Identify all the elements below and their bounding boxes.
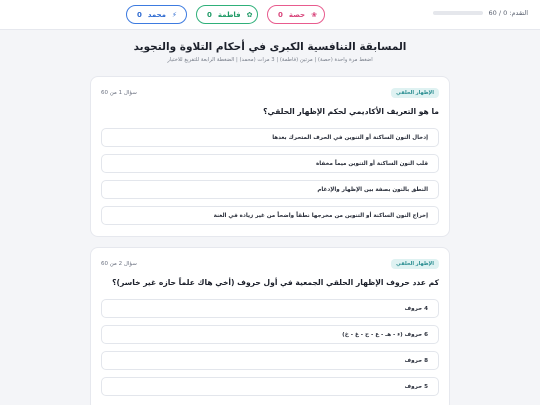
answer-option[interactable]: 8 حروف — [101, 351, 439, 370]
player-name: فاطمة — [217, 10, 241, 19]
progress-bar — [432, 11, 483, 15]
page-subtitle: اضغط مرة واحدة (حصة) | مرتين (فاطمة) | 3… — [167, 57, 373, 63]
player-name: حصة — [288, 10, 306, 19]
player-name: محمد — [147, 10, 166, 19]
progress-indicator: التقدم: 0 / 60 — [432, 9, 528, 17]
category-badge: الإظهار الحلقي — [391, 259, 439, 269]
answer-option[interactable]: النطق بالنون بصفة بين الإظهار والإدغام — [101, 180, 439, 199]
progress-label: التقدم: 0 / 60 — [488, 9, 528, 17]
answer-option[interactable]: 4 حروف — [101, 299, 439, 318]
player-hessa[interactable]: 0 حصة ❀ — [267, 5, 325, 24]
answer-option[interactable]: إخراج النون الساكنة أو التنوين من مخرجها… — [101, 206, 439, 225]
answer-option[interactable]: 5 حروف — [101, 377, 439, 396]
question-counter: سؤال 2 من 60 — [101, 261, 137, 267]
hibiscus-icon: ✿ — [246, 10, 253, 19]
question-card: الإظهار الحلقي سؤال 1 من 60 ما هو التعري… — [90, 76, 450, 237]
answer-option[interactable]: قلب النون الساكنة أو التنوين ميماً مخفاة — [101, 154, 439, 173]
question-counter: سؤال 1 من 60 — [101, 90, 137, 96]
players-scoreboard: 0 محمد ⚡ 0 فاطمة ✿ 0 حصة ❀ — [126, 5, 325, 24]
options-list: 4 حروف 6 حروف (ء - هـ - ع - ح - غ - خ) 8… — [101, 299, 439, 403]
flower-icon: ❀ — [311, 10, 317, 19]
page-title: المسابقة التنافسية الكبرى في أحكام التلا… — [133, 41, 407, 53]
top-bar: التقدم: 0 / 60 0 محمد ⚡ 0 فاطمة ✿ 0 حصة … — [0, 0, 540, 30]
answer-option[interactable]: 6 حروف (ء - هـ - ع - ح - غ - خ) — [101, 325, 439, 344]
question-text: ما هو التعريف الأكاديمي لحكم الإظهار الح… — [263, 107, 439, 116]
player-score: 0 — [278, 10, 283, 19]
question-header: الإظهار الحلقي سؤال 1 من 60 — [101, 87, 439, 99]
answer-option[interactable]: إدخال النون الساكنة أو التنوين في الحرف … — [101, 128, 439, 147]
lightning-icon: ⚡ — [172, 10, 177, 19]
player-fatima[interactable]: 0 فاطمة ✿ — [196, 5, 258, 24]
question-header: الإظهار الحلقي سؤال 2 من 60 — [101, 258, 439, 270]
player-mohamed[interactable]: 0 محمد ⚡ — [126, 5, 187, 24]
question-text: كم عدد حروف الإظهار الحلقي الجمعية في أو… — [112, 278, 439, 287]
player-score: 0 — [207, 10, 212, 19]
options-list: إدخال النون الساكنة أو التنوين في الحرف … — [101, 128, 439, 232]
question-card: الإظهار الحلقي سؤال 2 من 60 كم عدد حروف … — [90, 247, 450, 405]
category-badge: الإظهار الحلقي — [391, 88, 439, 98]
player-score: 0 — [137, 10, 142, 19]
